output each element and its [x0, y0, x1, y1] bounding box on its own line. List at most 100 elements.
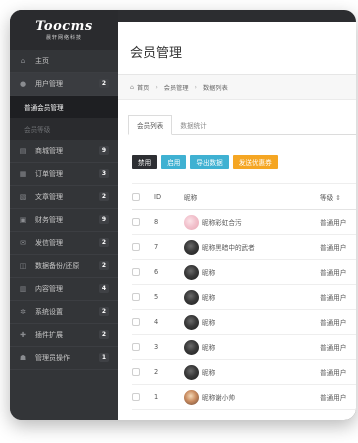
column-level-label: 等级: [320, 193, 334, 202]
row-checkbox[interactable]: [132, 393, 140, 401]
nickname-text: 昵称: [202, 319, 216, 327]
sidebar-item-article[interactable]: ▧ 文章管理 2: [10, 186, 118, 209]
count-badge: 1: [98, 353, 109, 362]
sidebar-item-admin[interactable]: ☗ 管理员操作 1: [10, 347, 118, 370]
sidebar-item-content[interactable]: ▥ 内容管理 4: [10, 278, 118, 301]
row-checkbox[interactable]: [132, 343, 140, 351]
select-all-checkbox[interactable]: [132, 192, 140, 201]
breadcrumb-level1[interactable]: 会员管理: [164, 83, 189, 92]
sidebar-item-label: 数据备份/还原: [35, 262, 80, 270]
sidebar-item-label: 插件扩展: [35, 331, 63, 339]
sidebar-item-label: 用户管理: [35, 80, 63, 88]
nickname-text: 昵称: [202, 269, 216, 277]
table-row: 4 昵称 普通用户: [132, 310, 356, 335]
cell-level: 普通用户: [320, 269, 347, 277]
main-panel: 会员管理 ⌂ 首页 › 会员管理 › 数据列表 会员列表 数据统计 禁用 启用 …: [118, 22, 356, 420]
disable-button[interactable]: 禁用: [132, 155, 158, 169]
cell-id: 2: [154, 368, 159, 376]
avatar: [184, 289, 199, 305]
table-body: 8 昵称彩虹合污 普通用户 7 昵称黑暗中的武者 普通用户 6 昵称 普通用户 5 昵称 普通用户 4 昵…: [132, 210, 356, 410]
tab-statistics[interactable]: 数据统计: [172, 115, 214, 135]
avatar: [184, 214, 199, 230]
row-checkbox[interactable]: [132, 243, 140, 251]
nickname-text: 昵称: [202, 294, 216, 302]
app-window: Toocms 晨轩网络科技 ⌂ 主页 ● 用户管理 2 普通会员管理 会员等级 ▤ 商城管理 9 ▦…: [10, 10, 356, 420]
sidebar-item-label: 管理员操作: [35, 354, 70, 362]
avatar: [184, 264, 199, 280]
cell-level: 普通用户: [320, 294, 347, 302]
count-badge: 2: [98, 307, 109, 316]
nickname-text: 昵称: [202, 369, 216, 377]
table-row: 2 昵称 普通用户: [132, 360, 356, 385]
cell-nickname: 昵称谢小帅: [184, 389, 320, 405]
avatar: [184, 364, 199, 380]
sidebar-item-message[interactable]: ✉ 发信管理 2: [10, 232, 118, 255]
nickname-text: 昵称谢小帅: [202, 394, 235, 402]
sidebar-item-finance[interactable]: ▣ 财务管理 9: [10, 209, 118, 232]
count-badge: 2: [98, 261, 109, 270]
cell-id: 3: [154, 343, 159, 351]
avatar: [184, 339, 199, 355]
count-badge: 2: [98, 192, 109, 201]
cell-nickname: 昵称: [184, 289, 320, 305]
count-badge: 2: [98, 79, 109, 88]
table-row: 3 昵称 普通用户: [132, 335, 356, 360]
sidebar-nav: ⌂ 主页 ● 用户管理 2 普通会员管理 会员等级 ▤ 商城管理 9 ▦ 订单管理 3 ▧ 文章管理 2 ▣ 财务…: [10, 50, 118, 370]
tab-member-list[interactable]: 会员列表: [128, 115, 173, 135]
cell-nickname: 昵称: [184, 264, 320, 280]
row-checkbox[interactable]: [132, 318, 140, 326]
cell-id: 6: [154, 268, 159, 276]
home-icon: ⌂: [130, 83, 134, 91]
enable-button[interactable]: 启用: [161, 155, 187, 169]
row-checkbox[interactable]: [132, 268, 140, 276]
export-button[interactable]: 导出数据: [190, 155, 229, 169]
article-icon: ▧: [19, 193, 27, 201]
content-icon: ▥: [19, 285, 27, 293]
sidebar-item-home[interactable]: ⌂ 主页: [10, 50, 118, 73]
sidebar-item-label: 系统设置: [35, 308, 63, 316]
user-icon: ●: [19, 80, 27, 88]
breadcrumb-home[interactable]: 首页: [137, 83, 149, 92]
table-row: 8 昵称彩虹合污 普通用户: [132, 210, 356, 235]
sidebar-item-settings[interactable]: ✲ 系统设置 2: [10, 301, 118, 324]
sort-icon[interactable]: ⇕: [335, 194, 341, 202]
sidebar-item-label: 主页: [35, 57, 49, 65]
shop-icon: ▤: [19, 147, 27, 155]
row-checkbox[interactable]: [132, 293, 140, 301]
sidebar-item-plugin[interactable]: ✚ 插件扩展 2: [10, 324, 118, 347]
backup-icon: ◫: [19, 262, 27, 270]
logo: Toocms 晨轩网络科技: [10, 10, 118, 50]
table-header: ID 昵称 等级 ⇕: [132, 183, 356, 210]
breadcrumb: ⌂ 首页 › 会员管理 › 数据列表: [118, 75, 356, 100]
table-row: 6 昵称 普通用户: [132, 260, 356, 285]
sidebar-item-shop[interactable]: ▤ 商城管理 9: [10, 140, 118, 163]
tab-bar: 会员列表 数据统计: [128, 115, 356, 135]
order-icon: ▦: [19, 170, 27, 178]
count-badge: 4: [98, 284, 109, 293]
logo-text: Toocms: [35, 18, 93, 34]
member-table: ID 昵称 等级 ⇕ 8 昵称彩虹合污 普通用户 7 昵称黑暗中的武者 普通用户 6 昵称 普通用…: [132, 183, 356, 410]
row-checkbox[interactable]: [132, 368, 140, 376]
plugin-icon: ✚: [20, 331, 26, 339]
sidebar-item-order[interactable]: ▦ 订单管理 3: [10, 163, 118, 186]
sidebar: Toocms 晨轩网络科技 ⌂ 主页 ● 用户管理 2 普通会员管理 会员等级 ▤ 商城管理 9 ▦…: [10, 10, 118, 420]
sidebar-item-backup[interactable]: ◫ 数据备份/还原 2: [10, 255, 118, 278]
cell-id: 7: [154, 243, 159, 251]
settings-icon: ✲: [20, 308, 26, 316]
cell-level: 普通用户: [320, 394, 347, 402]
cell-nickname: 昵称彩虹合污: [184, 214, 320, 230]
send-coupon-button[interactable]: 发送优惠券: [232, 155, 278, 169]
sidebar-item-user[interactable]: ● 用户管理 2: [10, 73, 118, 96]
cell-nickname: 昵称: [184, 314, 320, 330]
cell-level: 普通用户: [320, 244, 347, 252]
table-row: 7 昵称黑暗中的武者 普通用户: [132, 235, 356, 260]
finance-icon: ▣: [19, 216, 27, 224]
column-level[interactable]: 等级 ⇕: [320, 192, 356, 202]
count-badge: 3: [98, 169, 109, 178]
avatar: [184, 314, 199, 330]
sidebar-subitem[interactable]: 普通会员管理: [10, 96, 118, 118]
row-checkbox[interactable]: [132, 218, 140, 226]
cell-id: 4: [154, 318, 159, 326]
column-id: ID: [154, 192, 162, 201]
sidebar-subitem[interactable]: 会员等级: [10, 118, 118, 140]
